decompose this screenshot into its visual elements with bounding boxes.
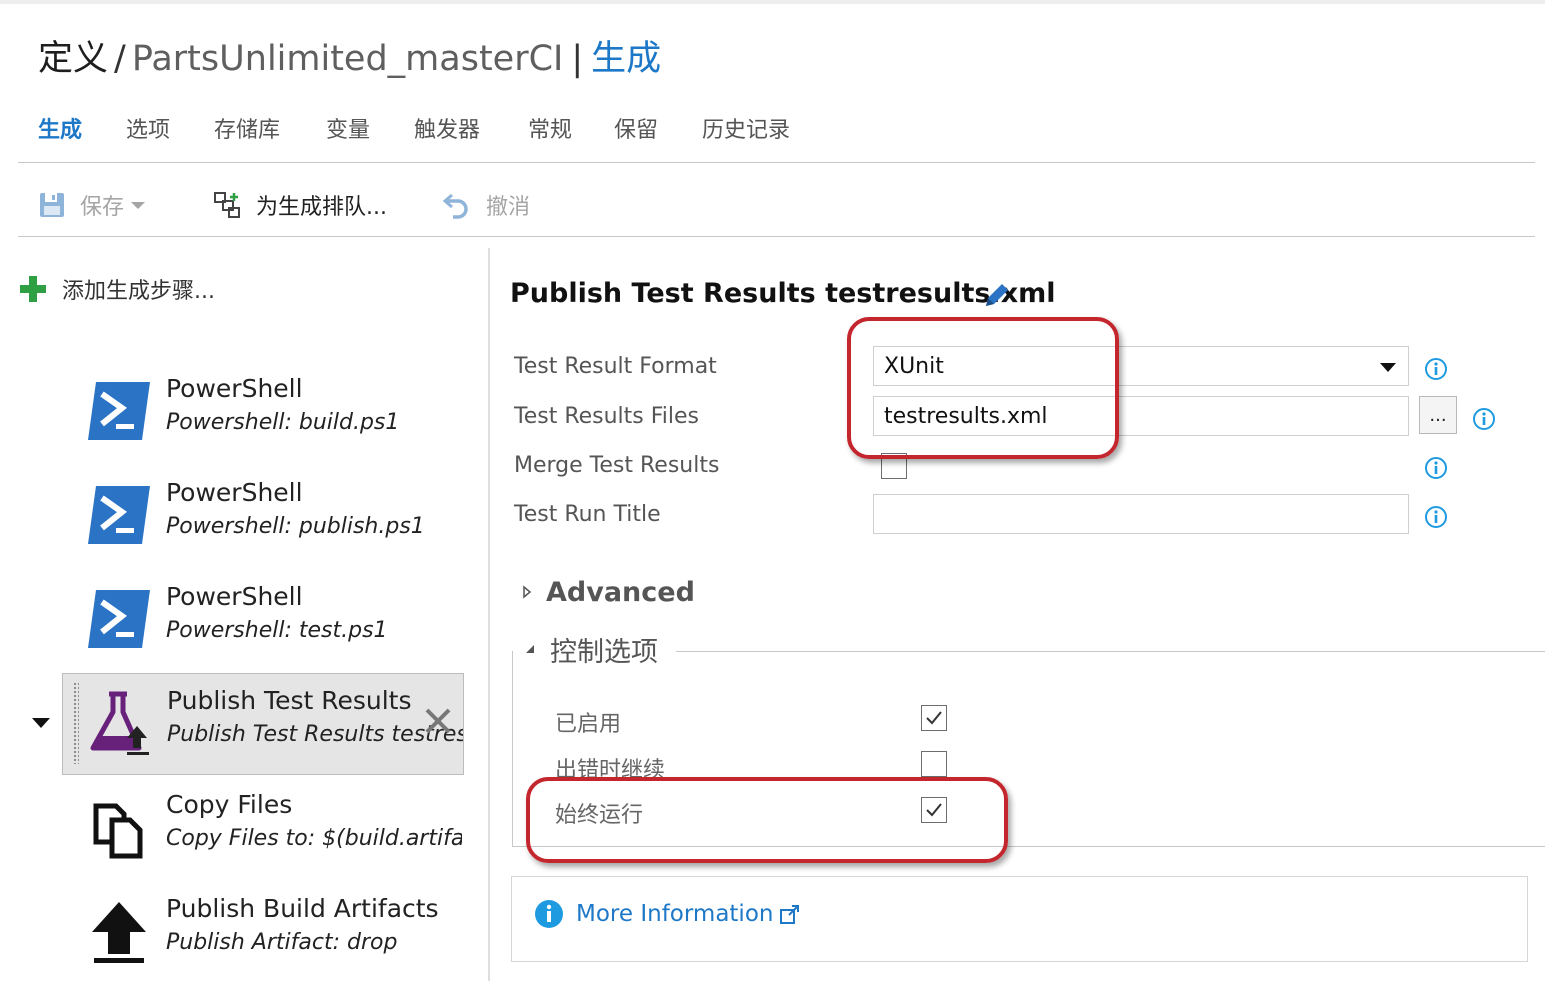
- info-icon[interactable]: [1424, 357, 1448, 381]
- step-detail: Publish Test Results testresul: [167, 722, 463, 747]
- chevron-down-icon: [1380, 363, 1396, 372]
- tab-history[interactable]: 历史记录: [702, 112, 790, 144]
- tab-triggers[interactable]: 触发器: [414, 112, 480, 144]
- enabled-checkbox[interactable]: [921, 705, 947, 731]
- step-name: PowerShell: [166, 478, 303, 507]
- breadcrumb-separator: /: [114, 39, 126, 79]
- page-title: 定义 / PartsUnlimited_masterCI | 生成: [38, 30, 661, 81]
- merge-test-results-checkbox[interactable]: [881, 453, 907, 479]
- selected-step-caret-icon: [32, 718, 50, 728]
- tab-variables[interactable]: 变量: [326, 112, 370, 144]
- always-run-checkbox[interactable]: [921, 797, 947, 823]
- tab-repository[interactable]: 存储库: [214, 112, 280, 144]
- browse-button[interactable]: ...: [1419, 396, 1457, 434]
- upload-arrow-icon: [92, 902, 146, 963]
- control-options-border-bottom: [512, 846, 1545, 847]
- powershell-icon: [88, 486, 150, 544]
- info-icon: [535, 900, 563, 928]
- flask-upload-icon: [90, 691, 149, 755]
- tab-options[interactable]: 选项: [126, 112, 170, 144]
- tab-build[interactable]: 生成: [38, 112, 82, 144]
- continue-on-error-checkbox[interactable]: [921, 751, 947, 777]
- more-information-link[interactable]: More Information: [534, 899, 801, 929]
- control-options-toggle[interactable]: 控制选项: [522, 629, 668, 669]
- test-results-files-value: testresults.xml: [884, 403, 1048, 429]
- step-detail: Copy Files to: $(build.artifact: [166, 826, 462, 851]
- checkmark-icon: [926, 803, 942, 817]
- always-run-label: 始终运行: [555, 803, 644, 828]
- highlight-callout: [847, 317, 1119, 459]
- powershell-icon: [88, 382, 150, 440]
- more-information-label: More Information: [576, 901, 774, 927]
- info-icon[interactable]: [1424, 456, 1448, 480]
- undo-button[interactable]: 撤消: [442, 188, 530, 222]
- step-detail: Powershell: publish.ps1: [166, 514, 425, 539]
- test-result-format-select[interactable]: XUnit: [873, 346, 1409, 386]
- external-link-icon: [780, 905, 800, 924]
- powershell-icon: [88, 590, 150, 648]
- step-item-selected[interactable]: Publish Test Results Publish Test Result…: [62, 673, 464, 775]
- step-name: PowerShell: [166, 374, 303, 403]
- breadcrumb-definitions[interactable]: 定义: [38, 39, 108, 79]
- toolbar-divider: [18, 236, 1535, 237]
- undo-icon: [442, 193, 468, 219]
- checkmark-icon: [926, 711, 942, 725]
- continue-on-error-label: 出错时继续: [555, 758, 666, 783]
- control-options-rule: [676, 651, 1545, 652]
- tab-divider: [18, 162, 1535, 163]
- test-result-format-label: Test Result Format: [514, 354, 717, 379]
- advanced-label: Advanced: [546, 576, 695, 608]
- copy-files-icon: [93, 803, 143, 859]
- test-run-title-label: Test Run Title: [514, 502, 661, 527]
- breadcrumb-bar: |: [571, 39, 584, 79]
- chevron-down-icon: [526, 645, 534, 653]
- step-item[interactable]: Copy Files Copy Files to: $(build.artifa…: [62, 778, 464, 878]
- step-detail: Publish Artifact: drop: [166, 930, 398, 955]
- test-result-format-value: XUnit: [884, 353, 944, 379]
- step-name: PowerShell: [166, 582, 303, 611]
- add-build-step-button[interactable]: 添加生成步骤...: [18, 272, 215, 306]
- enabled-label: 已启用: [555, 712, 622, 737]
- remove-step-icon[interactable]: [421, 704, 455, 738]
- control-options-border-left: [512, 651, 513, 847]
- plus-icon: [20, 276, 46, 302]
- undo-label: 撤消: [486, 195, 531, 220]
- save-button[interactable]: 保存: [38, 188, 146, 222]
- step-item[interactable]: PowerShell Powershell: build.ps1: [62, 362, 464, 462]
- breadcrumb-current: 生成: [591, 39, 662, 79]
- test-run-title-input[interactable]: [873, 494, 1409, 534]
- step-detail: Powershell: build.ps1: [166, 410, 400, 435]
- top-strip: [0, 0, 1545, 4]
- panel-splitter[interactable]: [488, 248, 490, 981]
- advanced-section-toggle[interactable]: Advanced: [522, 575, 695, 609]
- info-icon[interactable]: [1424, 505, 1448, 529]
- task-title: Publish Test Results testresults.xml: [510, 278, 1056, 309]
- step-name: Publish Build Artifacts: [166, 894, 439, 923]
- control-options-label: 控制选项: [550, 629, 668, 669]
- queue-build-icon: [214, 192, 240, 218]
- test-results-files-input[interactable]: testresults.xml: [873, 396, 1409, 436]
- step-name: Publish Test Results: [167, 686, 412, 715]
- tab-general[interactable]: 常规: [528, 112, 572, 144]
- step-item[interactable]: PowerShell Powershell: publish.ps1: [62, 466, 464, 566]
- queue-build-button[interactable]: 为生成排队...: [212, 188, 387, 222]
- tab-retention[interactable]: 保留: [614, 112, 658, 144]
- merge-test-results-label: Merge Test Results: [514, 453, 720, 478]
- save-label: 保存: [80, 195, 125, 220]
- more-information-panel: More Information: [511, 876, 1528, 962]
- test-results-files-label: Test Results Files: [514, 404, 700, 429]
- drag-handle[interactable]: [73, 682, 79, 764]
- step-item[interactable]: PowerShell Powershell: test.ps1: [62, 570, 464, 670]
- step-item[interactable]: Publish Build Artifacts Publish Artifact…: [62, 882, 464, 982]
- pencil-icon[interactable]: [982, 280, 1012, 310]
- step-name: Copy Files: [166, 790, 293, 819]
- info-icon[interactable]: [1472, 407, 1496, 431]
- queue-build-label: 为生成排队...: [256, 195, 387, 220]
- save-icon: [40, 193, 64, 217]
- chevron-right-icon: [523, 585, 532, 599]
- breadcrumb-definition-name[interactable]: PartsUnlimited_masterCI: [132, 39, 564, 79]
- add-build-step-label: 添加生成步骤...: [62, 279, 215, 304]
- chevron-down-icon: [131, 202, 146, 209]
- step-detail: Powershell: test.ps1: [166, 618, 388, 643]
